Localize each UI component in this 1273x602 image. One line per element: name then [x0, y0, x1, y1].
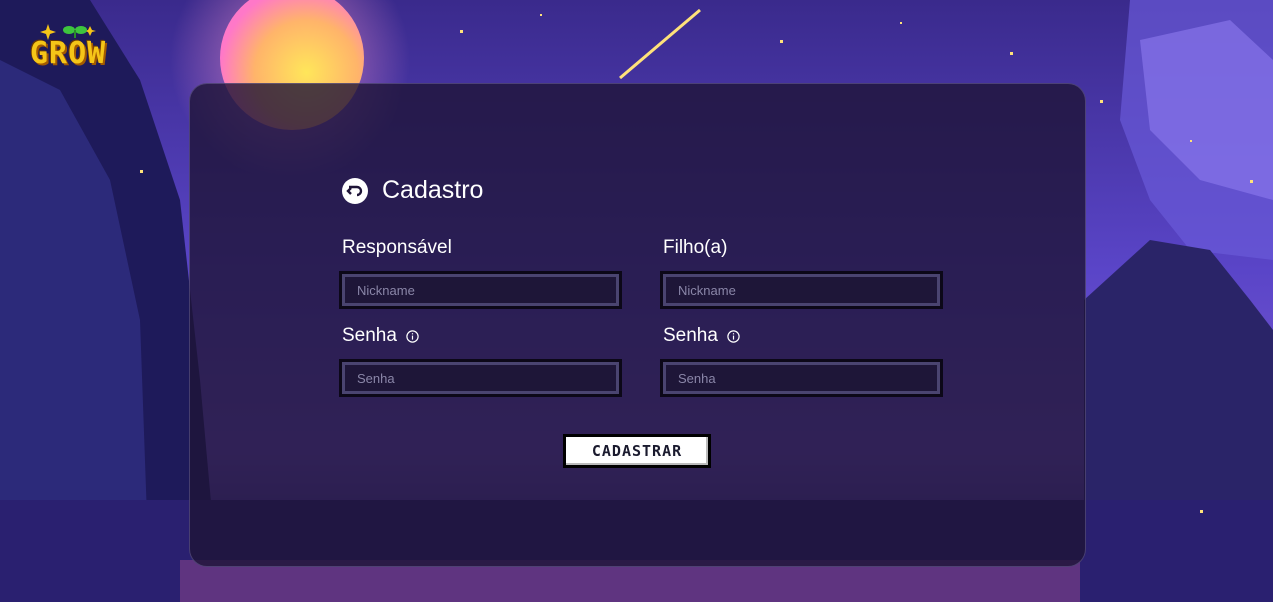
parent-password-label: Senha — [342, 325, 419, 347]
header: Cadastro — [342, 176, 483, 205]
child-password-input[interactable] — [660, 359, 943, 397]
signup-panel: Cadastro Responsável Filho(a) Senha Senh… — [189, 83, 1086, 567]
parent-password-input[interactable] — [339, 359, 622, 397]
info-icon[interactable] — [727, 329, 740, 343]
child-password-label: Senha — [663, 325, 740, 347]
child-nickname-input[interactable] — [660, 271, 943, 309]
child-password-label-text: Senha — [663, 325, 718, 346]
parent-label: Responsável — [342, 237, 452, 258]
info-icon[interactable] — [406, 329, 419, 343]
back-icon[interactable] — [342, 177, 368, 204]
page-title: Cadastro — [382, 176, 484, 204]
child-label: Filho(a) — [663, 237, 728, 258]
parent-nickname-input[interactable] — [339, 271, 622, 309]
logo-text: GROW — [30, 36, 107, 71]
parent-password-label-text: Senha — [342, 325, 397, 346]
submit-button[interactable]: CADASTRAR — [563, 434, 711, 468]
